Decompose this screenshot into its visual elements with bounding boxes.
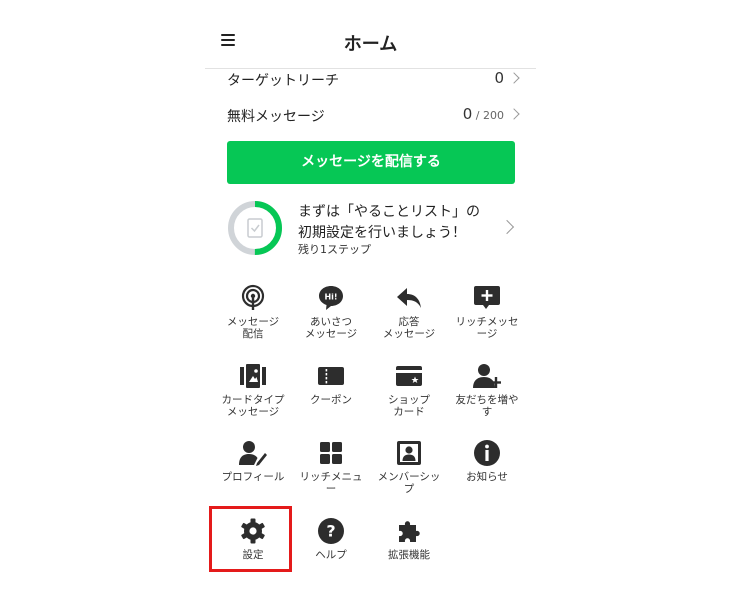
menu-item-label: 友だちを増やす xyxy=(455,394,519,418)
menu-item-label: ショップ カード xyxy=(388,394,430,418)
menu-item-shop-card[interactable]: ショップ カード xyxy=(370,362,448,418)
menu-item-label: お知らせ xyxy=(466,471,508,483)
todo-remaining: 残り1ステップ xyxy=(298,243,371,256)
menu-item-rich-message[interactable]: リッチメッセ ージ xyxy=(448,284,526,340)
menu-item-label: リッチメッセ ージ xyxy=(455,316,519,340)
settings-highlight-box xyxy=(209,506,292,572)
profile-edit-icon xyxy=(239,439,267,467)
puzzle-icon xyxy=(395,517,423,545)
menu-item-info[interactable]: お知らせ xyxy=(448,439,526,483)
menu-item-profile[interactable]: プロフィール xyxy=(214,439,292,483)
menu-item-extensions[interactable]: 拡張機能 xyxy=(370,517,448,561)
menu-item-broadcast[interactable]: メッセージ 配信 xyxy=(214,284,292,340)
menu-item-label: メッセージ 配信 xyxy=(226,316,280,340)
chevron-right-icon[interactable] xyxy=(499,219,515,235)
svg-text:Hi!: Hi! xyxy=(324,293,337,302)
free-messages-label: 無料メッセージ xyxy=(227,109,325,125)
greeting-icon: Hi! xyxy=(317,284,345,312)
svg-text:?: ? xyxy=(326,522,335,541)
todo-message-line1: まずは「やることリスト」の xyxy=(298,204,480,220)
rich-message-icon xyxy=(473,284,501,312)
menu-item-coupon[interactable]: クーポン xyxy=(292,362,370,406)
target-reach-label: ターゲットリーチ xyxy=(227,73,339,89)
menu-item-label: 拡張機能 xyxy=(388,549,430,561)
menu-item-membership[interactable]: メンバーシップ xyxy=(370,439,448,495)
page-title: ホーム xyxy=(343,34,398,55)
app-header: ホーム xyxy=(205,0,536,69)
checklist-icon xyxy=(247,218,263,238)
card-type-icon xyxy=(239,362,267,390)
menu-item-reply[interactable]: 応答 メッセージ xyxy=(370,284,448,340)
target-reach-row[interactable]: ターゲットリーチ 0 xyxy=(205,62,536,98)
coupon-icon xyxy=(317,362,345,390)
send-message-button[interactable]: メッセージを配信する xyxy=(227,141,515,184)
menu-item-help[interactable]: ? ヘルプ xyxy=(292,517,370,561)
menu-item-label: クーポン xyxy=(310,394,352,406)
free-messages-value: 0 / 200 xyxy=(462,105,504,123)
menu-item-label: あいさつ メッセージ xyxy=(304,316,358,340)
membership-icon xyxy=(395,439,423,467)
add-friend-icon xyxy=(473,362,502,390)
menu-item-add-friend[interactable]: 友だちを増やす xyxy=(448,362,526,418)
reply-icon xyxy=(395,284,423,312)
menu-item-rich-menu[interactable]: リッチメニュー xyxy=(292,439,370,495)
chevron-right-icon xyxy=(508,108,520,120)
menu-item-label: ヘルプ xyxy=(315,549,347,561)
todo-progress-ring xyxy=(228,201,282,255)
chevron-right-icon xyxy=(508,72,520,84)
shop-card-icon xyxy=(395,362,423,390)
menu-item-greeting[interactable]: Hi! あいさつ メッセージ xyxy=(292,284,370,340)
home-screen: ホーム ターゲットリーチ 0 無料メッセージ 0 / 200 メッセージを配信す… xyxy=(205,0,536,600)
help-icon: ? xyxy=(317,517,345,545)
rich-menu-icon xyxy=(317,439,345,467)
target-reach-value: 0 xyxy=(494,69,504,87)
info-icon xyxy=(473,439,501,467)
broadcast-icon xyxy=(239,284,267,312)
todo-message-line2: 初期設定を行いましょう！ xyxy=(298,225,466,241)
menu-item-label: メンバーシップ xyxy=(377,471,441,495)
menu-item-label: カードタイプ メッセージ xyxy=(221,394,285,418)
menu-item-label: リッチメニュー xyxy=(299,471,363,495)
menu-item-label: 応答 メッセージ xyxy=(382,316,436,340)
free-messages-row[interactable]: 無料メッセージ 0 / 200 xyxy=(205,98,536,134)
menu-item-label: プロフィール xyxy=(221,471,285,483)
menu-item-card-type[interactable]: カードタイプ メッセージ xyxy=(214,362,292,418)
